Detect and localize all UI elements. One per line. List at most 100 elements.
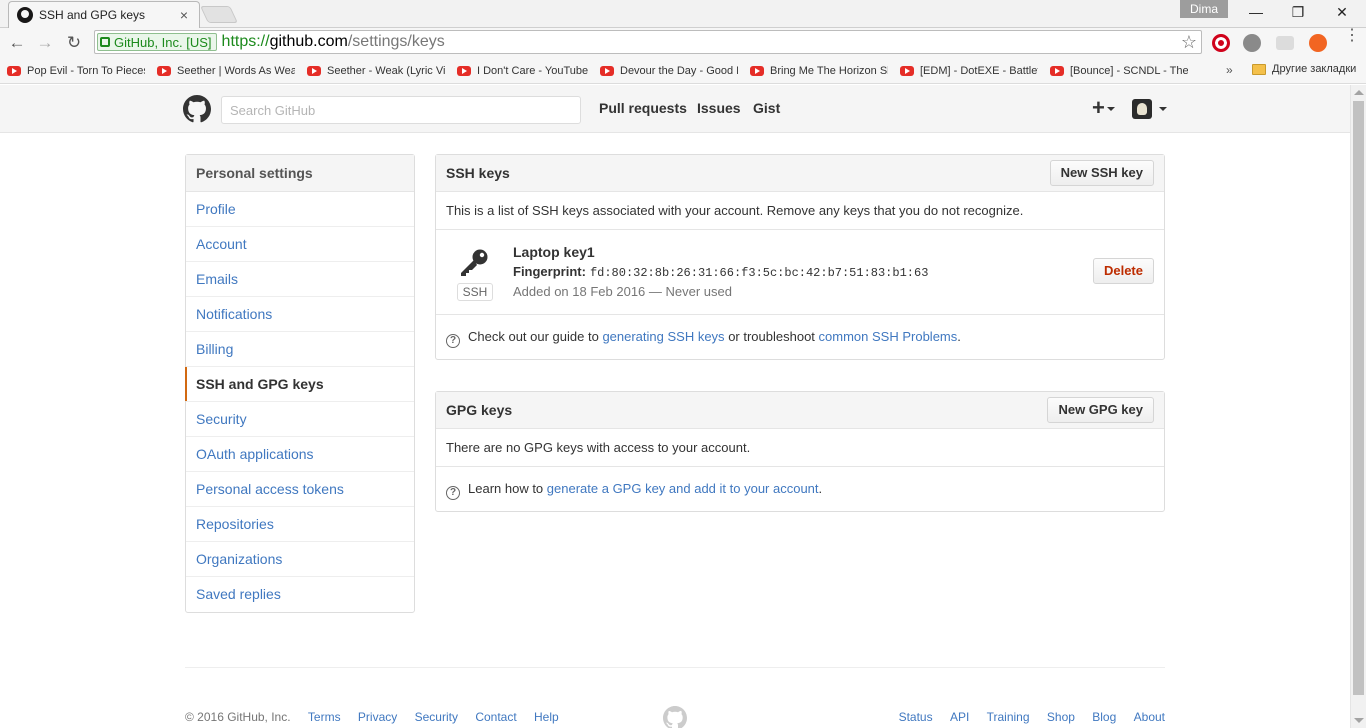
back-button[interactable]: ← bbox=[6, 32, 28, 54]
avatar[interactable] bbox=[1132, 99, 1152, 119]
sidebar-item-saved-replies[interactable]: Saved replies bbox=[186, 577, 414, 612]
scroll-down-icon[interactable] bbox=[1354, 718, 1364, 723]
new-tab-button[interactable] bbox=[200, 6, 238, 23]
sidebar-item-organizations[interactable]: Organizations bbox=[186, 542, 414, 577]
browser-menu-icon[interactable]: ⋮ bbox=[1344, 28, 1360, 44]
folder-icon bbox=[1252, 63, 1266, 75]
sidebar-item-security[interactable]: Security bbox=[186, 402, 414, 437]
lock-icon bbox=[100, 37, 110, 47]
delete-ssh-key-button[interactable]: Delete bbox=[1092, 258, 1154, 284]
sidebar-item-personal-access-tokens[interactable]: Personal access tokens bbox=[186, 472, 414, 507]
bookmark-item[interactable]: Pop Evil - Torn To Pieces bbox=[7, 63, 145, 79]
bookmark-item[interactable]: Bring Me The Horizon Sleepwalking bbox=[750, 63, 888, 79]
generate-gpg-key-link[interactable]: generate a GPG key and add it to your ac… bbox=[547, 481, 819, 496]
ssh-key-fingerprint: Fingerprint: fd:80:32:8b:26:31:66:f3:5c:b… bbox=[513, 264, 928, 280]
bookmarks-bar: Pop Evil - Torn To Pieces Seether | Word… bbox=[0, 58, 1366, 84]
ssh-keys-header: SSH keys New SSH key bbox=[436, 155, 1164, 192]
other-bookmarks-folder[interactable]: Другие закладки bbox=[1252, 63, 1356, 75]
youtube-icon bbox=[157, 66, 171, 76]
common-ssh-problems-link[interactable]: common SSH Problems bbox=[819, 329, 958, 344]
footer-link-contact[interactable]: Contact bbox=[475, 710, 516, 724]
minimize-button[interactable]: — bbox=[1234, 0, 1278, 24]
youtube-icon bbox=[457, 66, 471, 76]
chevron-down-icon[interactable] bbox=[1159, 107, 1167, 111]
bookmark-star-icon[interactable]: ☆ bbox=[1181, 31, 1197, 53]
plus-icon: + bbox=[1092, 95, 1105, 120]
github-mark-icon[interactable] bbox=[663, 706, 687, 728]
key-icon bbox=[461, 249, 488, 276]
close-window-button[interactable]: ✕ bbox=[1320, 0, 1364, 24]
bookmarks-overflow-button[interactable]: » bbox=[1226, 63, 1233, 77]
scrollbar-thumb[interactable] bbox=[1353, 101, 1364, 695]
footer-link-training[interactable]: Training bbox=[987, 710, 1030, 724]
sidebar-item-oauth-applications[interactable]: OAuth applications bbox=[186, 437, 414, 472]
gpg-help-row: ? Learn how to generate a GPG key and add… bbox=[436, 467, 1164, 511]
footer-link-status[interactable]: Status bbox=[899, 710, 933, 724]
settings-sidebar: Personal settings Profile Account Emails… bbox=[185, 154, 415, 613]
footer-left: © 2016 GitHub, Inc. Terms Privacy Securi… bbox=[185, 710, 559, 724]
sidebar-item-billing[interactable]: Billing bbox=[186, 332, 414, 367]
film-extension-icon[interactable] bbox=[1243, 34, 1261, 52]
youtube-icon bbox=[600, 66, 614, 76]
footer-right: Status API Training Shop Blog About bbox=[885, 710, 1165, 724]
address-bar[interactable]: GitHub, Inc. [US] https://github.com/set… bbox=[94, 30, 1202, 54]
question-icon: ? bbox=[446, 334, 460, 348]
gpg-keys-header: GPG keys New GPG key bbox=[436, 392, 1164, 429]
youtube-icon bbox=[750, 66, 764, 76]
gpg-help-prefix: Learn how to bbox=[468, 481, 544, 496]
nav-gist[interactable]: Gist bbox=[753, 100, 780, 116]
footer-link-api[interactable]: API bbox=[950, 710, 969, 724]
nav-issues[interactable]: Issues bbox=[697, 100, 741, 116]
page-scrollbar[interactable] bbox=[1350, 85, 1366, 728]
search-input[interactable] bbox=[221, 96, 581, 124]
sidebar-item-emails[interactable]: Emails bbox=[186, 262, 414, 297]
gpg-keys-title: GPG keys bbox=[446, 402, 513, 418]
footer-link-privacy[interactable]: Privacy bbox=[358, 710, 397, 724]
camera-extension-icon[interactable] bbox=[1276, 36, 1294, 50]
footer-link-security[interactable]: Security bbox=[415, 710, 458, 724]
create-new-dropdown[interactable]: + bbox=[1092, 95, 1115, 121]
sidebar-item-repositories[interactable]: Repositories bbox=[186, 507, 414, 542]
sidebar-item-account[interactable]: Account bbox=[186, 227, 414, 262]
gpg-empty-message: There are no GPG keys with access to you… bbox=[436, 429, 1164, 467]
nav-pull-requests[interactable]: Pull requests bbox=[599, 100, 687, 116]
browser-toolbar: ← → ↻ GitHub, Inc. [US] https://github.c… bbox=[0, 28, 1366, 58]
footer-copyright: © 2016 GitHub, Inc. bbox=[185, 710, 291, 724]
footer-link-help[interactable]: Help bbox=[534, 710, 559, 724]
bookmark-item[interactable]: I Don't Care - YouTube bbox=[457, 63, 591, 79]
restore-button[interactable]: ❐ bbox=[1276, 0, 1320, 24]
sidebar-item-notifications[interactable]: Notifications bbox=[186, 297, 414, 332]
new-ssh-key-button[interactable]: New SSH key bbox=[1049, 160, 1154, 186]
bookmark-item[interactable]: [EDM] - DotEXE - Battlefield bbox=[900, 63, 1038, 79]
tab-close-icon[interactable]: × bbox=[177, 7, 191, 23]
bookmark-item[interactable]: [Bounce] - SCNDL - The Kick bbox=[1050, 63, 1188, 79]
bookmark-item[interactable]: Seether | Words As Weapons bbox=[157, 63, 295, 79]
footer-link-terms[interactable]: Terms bbox=[308, 710, 341, 724]
new-gpg-key-button[interactable]: New GPG key bbox=[1047, 397, 1154, 423]
forward-button[interactable]: → bbox=[34, 32, 56, 54]
ssh-keys-box: SSH keys New SSH key This is a list of S… bbox=[435, 154, 1165, 360]
profile-user-badge[interactable]: Dima bbox=[1180, 0, 1228, 18]
footer-link-shop[interactable]: Shop bbox=[1047, 710, 1075, 724]
generating-ssh-keys-link[interactable]: generating SSH keys bbox=[602, 329, 724, 344]
scroll-up-icon[interactable] bbox=[1354, 90, 1364, 95]
opera-extension-icon[interactable] bbox=[1212, 34, 1230, 52]
youtube-icon bbox=[900, 66, 914, 76]
youtube-icon bbox=[307, 66, 321, 76]
ssh-key-added: Added on 18 Feb 2016 — Never used bbox=[513, 284, 732, 299]
ev-certificate-badge[interactable]: GitHub, Inc. [US] bbox=[97, 33, 217, 51]
bookmark-item[interactable]: Devour the Day - Good Man bbox=[600, 63, 738, 79]
fingerprint-label: Fingerprint: bbox=[513, 264, 586, 279]
sidebar-heading: Personal settings bbox=[186, 155, 414, 192]
tab-strip: SSH and GPG keys × Dima — ❐ ✕ bbox=[0, 0, 1366, 28]
footer-link-blog[interactable]: Blog bbox=[1092, 710, 1116, 724]
browser-tab-active[interactable]: SSH and GPG keys × bbox=[8, 1, 200, 28]
sidebar-item-profile[interactable]: Profile bbox=[186, 192, 414, 227]
reload-button[interactable]: ↻ bbox=[63, 32, 85, 54]
notification-extension-icon[interactable] bbox=[1309, 34, 1327, 52]
sidebar-item-ssh-gpg-keys[interactable]: SSH and GPG keys bbox=[185, 367, 414, 402]
footer-link-about[interactable]: About bbox=[1134, 710, 1165, 724]
github-logo-icon[interactable] bbox=[183, 95, 211, 123]
bookmark-item[interactable]: Seether - Weak (Lyric Video) bbox=[307, 63, 445, 79]
youtube-icon bbox=[1050, 66, 1064, 76]
